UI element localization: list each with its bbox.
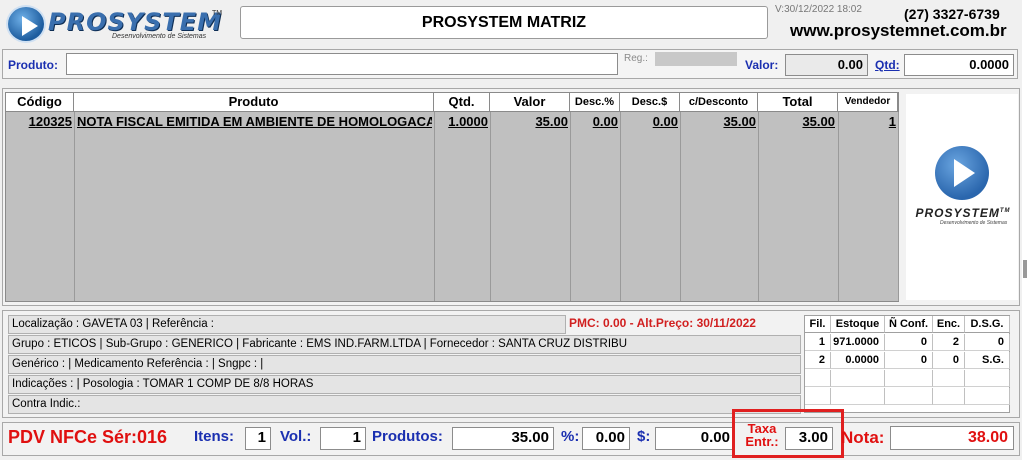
itens-field: 1 [245, 427, 271, 450]
produtos-label: Produtos: [372, 428, 443, 445]
stock-empty-cell [831, 388, 885, 405]
items-grid[interactable]: Código Produto Qtd. Valor Desc.% Desc.$ … [5, 92, 899, 302]
cell-vendedor: 1 [888, 114, 896, 129]
stock-cell: 0 [885, 334, 933, 351]
stock-empty-cell [805, 370, 831, 387]
reg-field [655, 52, 737, 66]
col-produto[interactable]: Produto [74, 93, 434, 112]
website-url: www.prosystemnet.com.br [790, 21, 1007, 40]
valor-label: Valor: [745, 58, 779, 72]
cell-qtd: 1.0000 [448, 114, 488, 129]
stock-empty-cell [933, 370, 965, 387]
cell-produto: NOTA FISCAL EMITIDA EM AMBIENTE DE HOMOL… [77, 114, 432, 129]
logo-text: PROSYSTEM [48, 8, 223, 36]
stock-empty-cell [885, 388, 933, 405]
stock-col-fil: Fil. [805, 316, 831, 333]
contra-indic-row: Contra Indic.: [8, 395, 801, 414]
pct-label: %: [561, 428, 580, 445]
stock-cell: 0 [885, 352, 933, 369]
grupo-row: Grupo : ETICOS | Sub-Grupo : GENERICO | … [8, 335, 801, 354]
stock-empty-cell [965, 388, 1010, 405]
produto-label: Produto: [8, 58, 58, 72]
valor-field: 0.00 [785, 54, 868, 76]
cell-c-desconto: 35.00 [723, 114, 756, 129]
stock-cell: 2 [805, 352, 831, 369]
stock-empty-cell [885, 370, 933, 387]
taxa-label: Taxa Entr.: [745, 421, 779, 449]
produto-input[interactable] [66, 53, 618, 75]
col-qtd[interactable]: Qtd. [434, 93, 490, 112]
stock-cell: 0 [965, 334, 1010, 351]
qtd-label: Qtd: [875, 58, 900, 72]
reg-label: Reg.: [624, 53, 648, 64]
play-icon [6, 5, 46, 43]
itens-label: Itens: [194, 428, 235, 445]
stock-empty-cell [933, 388, 965, 405]
col-c-desconto[interactable]: c/Desconto [680, 93, 758, 112]
pmc-label: PMC: 0.00 - Alt.Preço: 30/11/2022 [569, 316, 756, 330]
col-total[interactable]: Total [758, 93, 838, 112]
vol-label: Vol.: [280, 428, 312, 445]
stock-col-dsg: D.S.G. [965, 316, 1010, 333]
stock-cell: 2 [933, 334, 965, 351]
stock-cell: 1 [805, 334, 831, 351]
nota-total: 38.00 [890, 426, 1014, 450]
generico-row: Genérico : | Medicamento Referência : | … [8, 355, 801, 374]
version-label: V:30/12/2022 18:02 [775, 4, 862, 15]
stock-empty-cell [831, 370, 885, 387]
phone-number: (27) 3327-6739 [904, 6, 1000, 22]
dollar-label: $: [637, 428, 651, 445]
cell-valor: 35.00 [535, 114, 568, 129]
stock-col-enc: Enc. [933, 316, 965, 333]
taxa-input[interactable]: 3.00 [785, 427, 833, 450]
stock-col-nconf: Ñ Conf. [885, 316, 933, 333]
col-valor[interactable]: Valor [490, 93, 570, 112]
col-codigo[interactable]: Código [6, 93, 74, 112]
stock-cell: S.G. [965, 352, 1010, 369]
cell-desc-val: 0.00 [652, 114, 678, 129]
col-vendedor[interactable]: Vendedor [838, 93, 898, 112]
dollar-input[interactable]: 0.00 [655, 427, 735, 450]
stock-cell: 971.0000 [831, 334, 885, 351]
page-title: PROSYSTEM MATRIZ [240, 6, 768, 39]
cell-total: 35.00 [802, 114, 835, 129]
qtd-input[interactable]: 0.0000 [904, 54, 1014, 76]
stock-col-estoque: Estoque [831, 316, 885, 333]
logo-tm: TM [212, 10, 223, 17]
stock-empty-cell [965, 370, 1010, 387]
cell-codigo: 120325 [28, 114, 72, 129]
indicacoes-row: Indicações : | Posologia : TOMAR 1 COMP … [8, 375, 801, 394]
stock-table: Fil. Estoque Ñ Conf. Enc. D.S.G. 1 971.0… [804, 315, 1010, 413]
window-edge [1022, 0, 1030, 460]
nota-label: Nota: [841, 428, 885, 447]
app-logo: PROSYSTEM TM Desenvolvimento de Sistemas [2, 2, 234, 44]
side-logo-panel: PROSYSTEMTM Desenvolvimento de Sistemas [906, 94, 1018, 300]
stock-cell: 0.0000 [831, 352, 885, 369]
logo-subtitle: Desenvolvimento de Sistemas [112, 33, 207, 40]
pct-input[interactable]: 0.00 [582, 427, 630, 450]
side-logo-subtitle: Desenvolvimento de Sistemas [940, 220, 1008, 226]
pdv-label: PDV NFCe Sér:016 [8, 427, 168, 447]
col-desc-val[interactable]: Desc.$ [620, 93, 680, 112]
play-icon [935, 146, 989, 200]
vol-input[interactable]: 1 [320, 427, 366, 450]
produtos-field: 35.00 [452, 427, 554, 450]
col-desc-pct[interactable]: Desc.% [570, 93, 620, 112]
stock-empty-cell [805, 388, 831, 405]
localizacao-row: Localização : GAVETA 03 | Referência : [8, 315, 566, 334]
scrollbar-thumb[interactable] [1023, 260, 1027, 278]
stock-cell: 0 [933, 352, 965, 369]
side-logo-text: PROSYSTEMTM [915, 206, 1011, 220]
cell-desc-pct: 0.00 [592, 114, 618, 129]
